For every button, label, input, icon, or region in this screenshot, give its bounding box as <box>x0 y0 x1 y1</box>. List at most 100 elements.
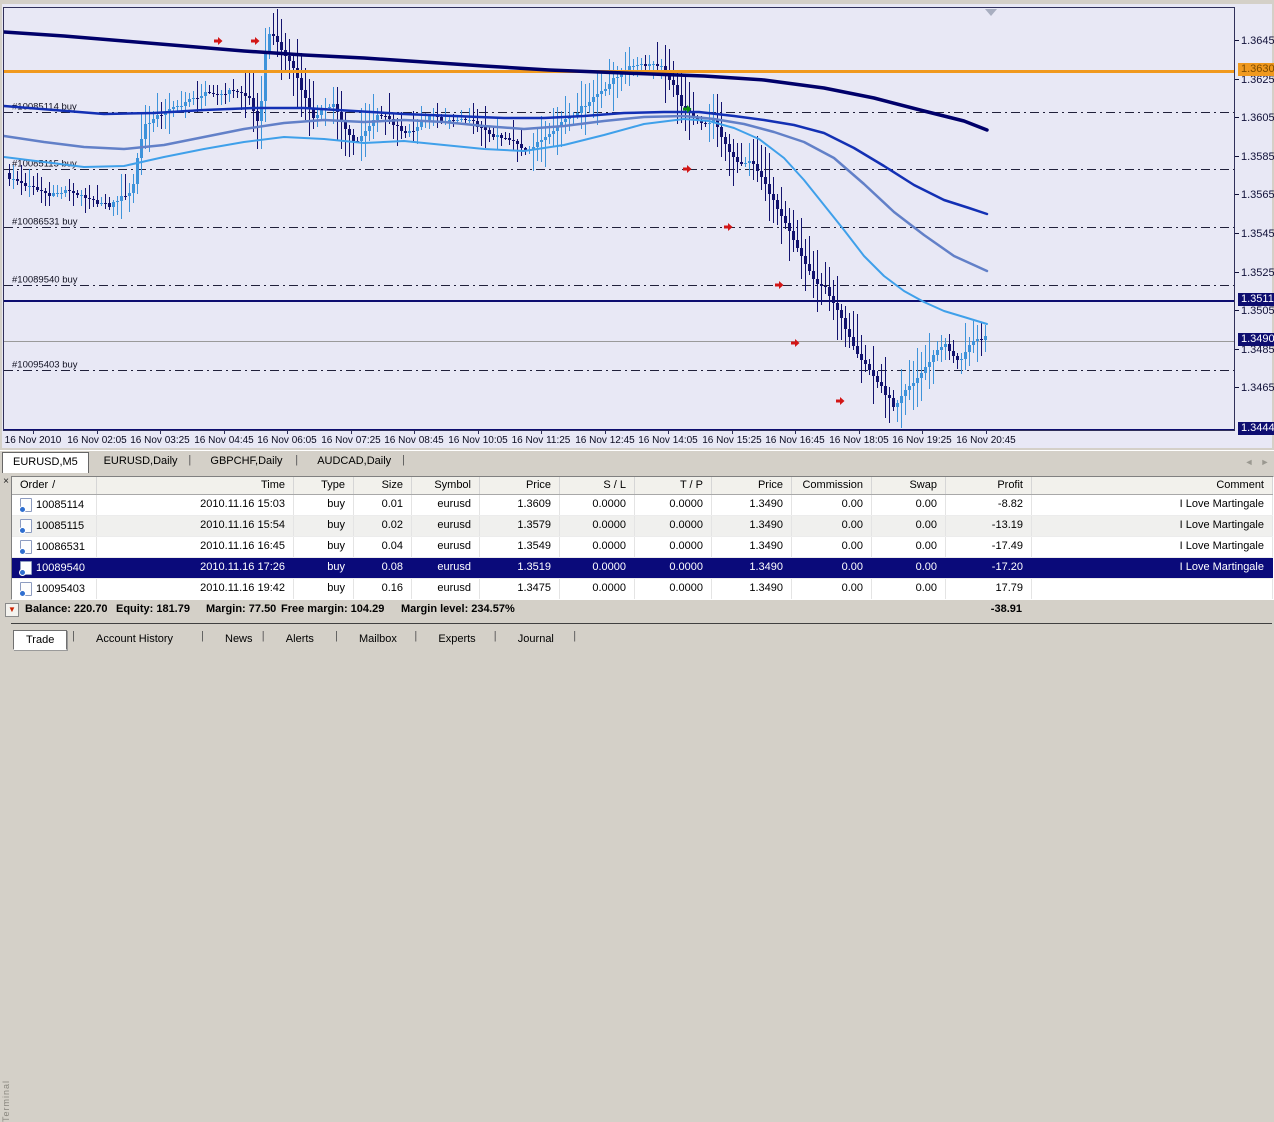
tab-scroll-left-icon[interactable]: ◄ <box>1242 456 1256 468</box>
chart-tab-eurusd-daily[interactable]: EURUSD,Daily <box>94 452 188 471</box>
time-tick-label: 16 Nov 10:05 <box>448 435 508 446</box>
candle <box>764 177 767 184</box>
time-axis[interactable]: 16 Nov 201016 Nov 02:0516 Nov 03:2516 No… <box>3 430 1233 450</box>
candle-wick <box>389 93 390 124</box>
candle-wick <box>85 188 86 213</box>
price-axis[interactable]: 1.36451.36251.36051.35851.35651.35451.35… <box>1235 7 1272 429</box>
terminal-tab-account-history[interactable]: Account History <box>84 630 185 648</box>
tab-separator: | <box>494 630 497 642</box>
candle-wick <box>881 364 882 393</box>
order-level-label: #10089540 buy <box>12 275 78 286</box>
candle-wick <box>177 100 178 111</box>
candle <box>596 94 599 97</box>
candle <box>864 360 867 364</box>
chart-tab-gbpchf-daily[interactable]: GBPCHF,Daily <box>200 452 292 471</box>
candle-wick <box>409 124 410 137</box>
close-icon[interactable]: × <box>1 476 11 487</box>
terminal-tab-alerts[interactable]: Alerts <box>274 630 326 648</box>
column-header-size[interactable]: Size <box>354 477 412 494</box>
price-tick-label: 1.3645 <box>1241 35 1274 47</box>
column-header-price[interactable]: Price <box>480 477 560 494</box>
terminal-tab-trade[interactable]: Trade <box>13 630 67 650</box>
time-tick-label: 16 Nov 08:45 <box>384 435 444 446</box>
tick-dash <box>1235 349 1239 350</box>
chart-tab-audcad-daily[interactable]: AUDCAD,Daily <box>307 452 401 471</box>
candle <box>772 194 775 200</box>
candle <box>276 36 279 42</box>
table-row[interactable]: 100895402010.11.16 17:26buy0.08eurusd1.3… <box>12 558 1273 579</box>
candle <box>416 127 419 131</box>
column-header-time[interactable]: Time <box>97 477 294 494</box>
column-header-sl[interactable]: S / L <box>560 477 635 494</box>
candle <box>280 42 283 50</box>
cell-tp: 0.0000 <box>635 537 712 557</box>
price-tick-label: 1.3465 <box>1241 382 1274 394</box>
table-row[interactable]: 100851152010.11.16 15:54buy0.02eurusd1.3… <box>12 516 1273 537</box>
cell-comment: I Love Martingale <box>1032 495 1273 515</box>
column-header-symbol[interactable]: Symbol <box>412 477 480 494</box>
cell-order: 10085114 <box>12 495 97 515</box>
candle <box>916 378 919 383</box>
time-tick <box>287 430 288 434</box>
candle <box>636 65 639 66</box>
candle <box>464 119 467 120</box>
candle <box>944 344 947 347</box>
sort-indicator: / <box>52 477 55 494</box>
candle <box>676 85 679 95</box>
chart-tab-eurusd-m5[interactable]: EURUSD,M5 <box>2 452 89 473</box>
candle <box>304 90 307 98</box>
column-header-type[interactable]: Type <box>294 477 354 494</box>
column-header-profit[interactable]: Profit <box>946 477 1032 494</box>
candle <box>928 362 931 367</box>
cell-price: 1.3609 <box>480 495 560 515</box>
column-header-comment[interactable]: Comment <box>1032 477 1273 494</box>
candle <box>908 386 911 390</box>
terminal-tab-news[interactable]: News <box>213 630 265 648</box>
table-row[interactable]: 100954032010.11.16 19:42buy0.16eurusd1.3… <box>12 579 1273 600</box>
candle <box>768 184 771 194</box>
candle-wick <box>841 304 842 340</box>
candle-wick <box>745 157 746 167</box>
candle <box>844 318 847 329</box>
table-row[interactable]: 100865312010.11.16 16:45buy0.04eurusd1.3… <box>12 537 1273 558</box>
candle <box>188 99 191 102</box>
candle <box>412 131 415 132</box>
time-tick-label: 16 Nov 15:25 <box>702 435 762 446</box>
candle <box>100 203 103 204</box>
candle <box>452 120 455 121</box>
column-header-commission[interactable]: Commission <box>792 477 872 494</box>
chart-plot[interactable]: #10085114 buy#10085115 buy#10086531 buy#… <box>3 7 1235 431</box>
candle <box>348 129 351 135</box>
table-row[interactable]: 100851142010.11.16 15:03buy0.01eurusd1.3… <box>12 495 1273 516</box>
terminal-tab-journal[interactable]: Journal <box>506 630 566 648</box>
column-header-swap[interactable]: Swap <box>872 477 946 494</box>
candle <box>656 64 659 66</box>
candle-wick <box>385 112 386 135</box>
candle <box>148 123 151 124</box>
candle <box>912 383 915 386</box>
candle <box>940 347 943 350</box>
sell-signal-icon <box>251 37 260 45</box>
terminal-tab-mailbox[interactable]: Mailbox <box>347 630 409 648</box>
orders-table-header[interactable]: Order /TimeTypeSizeSymbolPriceS / LT / P… <box>12 477 1273 495</box>
candle <box>200 96 203 98</box>
candle <box>652 64 655 65</box>
candle <box>968 345 971 352</box>
candle <box>876 376 879 382</box>
candle-wick <box>473 103 474 134</box>
candle <box>820 284 823 286</box>
column-header-price[interactable]: Price <box>712 477 792 494</box>
tab-scroll-right-icon[interactable]: ► <box>1258 456 1272 468</box>
order-doc-icon <box>20 540 32 554</box>
time-tick <box>160 430 161 434</box>
candle <box>256 111 259 121</box>
candle <box>248 96 251 98</box>
column-header-tp[interactable]: T / P <box>635 477 712 494</box>
tick-dash <box>1235 387 1239 388</box>
column-header-order[interactable]: Order / <box>12 477 97 494</box>
candle <box>952 351 955 356</box>
terminal-tab-experts[interactable]: Experts <box>426 630 487 648</box>
cell-swap: 0.00 <box>872 537 946 557</box>
chart-shift-marker-icon[interactable] <box>985 9 997 16</box>
candle <box>704 123 707 124</box>
